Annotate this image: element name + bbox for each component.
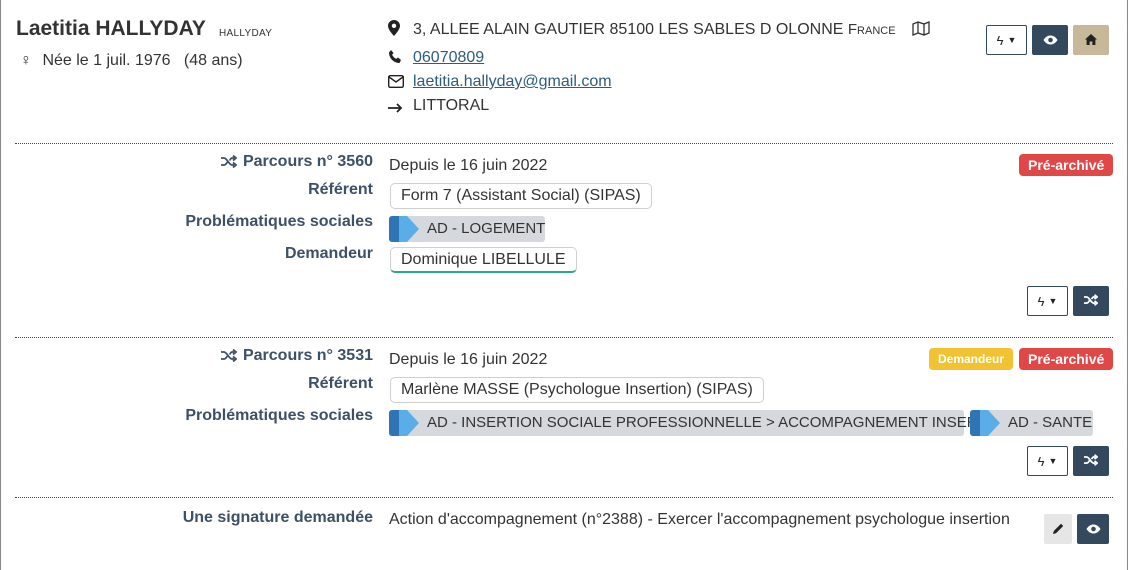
phone-icon: [388, 50, 406, 68]
tag-flag-icon: [970, 410, 980, 436]
shuffle-icon: [1084, 453, 1099, 469]
pre-archive-badge: Pré-archivé: [1019, 348, 1114, 370]
pencil-icon: [1052, 522, 1064, 537]
referent-chip[interactable]: Marlène MASSE (Psychologue Insertion) (S…: [390, 377, 764, 403]
shuffle-icon: [1084, 293, 1099, 309]
bolt-icon: ϟ: [996, 32, 1004, 48]
bolt-icon: ϟ: [1037, 453, 1045, 469]
view-button[interactable]: [1032, 25, 1068, 55]
caret-down-icon: ▼: [1048, 296, 1058, 306]
eye-icon: [1086, 522, 1101, 537]
signature-label: Une signature demandée: [182, 509, 373, 526]
parcours-actions-dropdown[interactable]: ϟ ▼: [1027, 446, 1068, 476]
referent-label: Référent: [308, 181, 373, 198]
signature-text: Action d'accompagnement (n°2388) - Exerc…: [389, 511, 1010, 528]
edit-button[interactable]: [1044, 514, 1072, 544]
eye-icon: [1043, 33, 1058, 48]
address: 3, ALLEE ALAIN GAUTIER 85100 LES SABLES …: [413, 21, 844, 38]
female-icon: ♀: [20, 52, 32, 69]
demandeur-chip[interactable]: Dominique LIBELLULE: [390, 247, 577, 273]
birth-date: Née le 1 juil. 1976: [42, 52, 171, 69]
email-link[interactable]: laetitia.hallyday@gmail.com: [413, 73, 612, 91]
problematiques-label: Problématiques sociales: [185, 213, 373, 230]
problematique-tag[interactable]: AD - SANTE: [970, 410, 1093, 436]
tag-flag-icon: [389, 216, 399, 242]
envelope-icon: [387, 74, 406, 92]
pre-archive-badge: Pré-archivé: [1019, 154, 1114, 176]
person-name: Laetitia HALLYDAY: [16, 17, 206, 40]
problematique-tag[interactable]: AD - INSERTION SOCIALE PROFESSIONNELLE >…: [389, 410, 1013, 436]
separator: [15, 337, 1113, 338]
country: France: [847, 21, 896, 38]
separator: [15, 143, 1113, 144]
referent-chip[interactable]: Form 7 (Assistant Social) (SIPAS): [390, 183, 652, 209]
territory: LITTORAL: [413, 97, 490, 114]
demandeur-badge: Demandeur: [929, 348, 1014, 370]
person-name-small: HALLYDAY: [219, 28, 273, 39]
caret-down-icon: ▼: [1007, 35, 1017, 45]
tag-flag-icon: [389, 410, 399, 436]
parcours-actions-dropdown[interactable]: ϟ ▼: [1027, 286, 1068, 316]
actions-dropdown-button[interactable]: ϟ ▼: [986, 25, 1027, 55]
bolt-icon: ϟ: [1037, 293, 1045, 309]
parcours-title: Parcours n° 3560: [220, 153, 373, 173]
map-pin-icon: [388, 20, 406, 40]
phone-link[interactable]: 06070809: [413, 49, 484, 67]
shuffle-icon: [220, 154, 238, 173]
view-button[interactable]: [1077, 514, 1109, 544]
problematique-tag[interactable]: AD - LOGEMENT: [389, 216, 545, 242]
demandeur-label: Demandeur: [284, 245, 373, 262]
map-icon[interactable]: [912, 21, 930, 41]
parcours-since: Depuis le 16 juin 2022: [389, 351, 548, 368]
home-icon: [1085, 33, 1097, 48]
caret-down-icon: ▼: [1048, 456, 1058, 466]
arrow-right-icon: [388, 100, 406, 117]
parcours-title: Parcours n° 3531: [220, 347, 373, 367]
parcours-open-button[interactable]: [1073, 286, 1109, 316]
separator: [15, 497, 1113, 498]
parcours-open-button[interactable]: [1073, 446, 1109, 476]
parcours-since: Depuis le 16 juin 2022: [389, 157, 548, 174]
problematiques-label: Problématiques sociales: [185, 407, 373, 424]
birth-info: ♀ Née le 1 juil. 1976 (48 ans): [20, 52, 243, 70]
home-button[interactable]: [1073, 25, 1109, 55]
age: (48 ans): [183, 52, 243, 69]
referent-label: Référent: [308, 375, 373, 392]
shuffle-icon: [220, 348, 238, 367]
